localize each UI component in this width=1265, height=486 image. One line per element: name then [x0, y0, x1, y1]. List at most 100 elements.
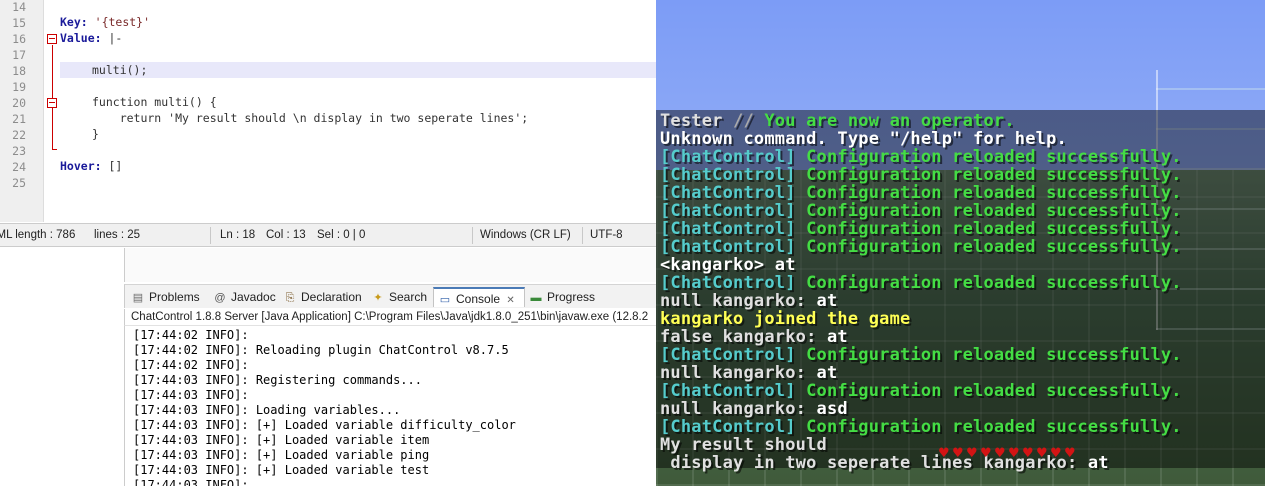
line-number: 23 [12, 144, 26, 158]
line-number: 21 [12, 112, 26, 126]
line-number: 24 [12, 160, 26, 174]
yaml-editor[interactable]: 14 15 16 17 18 19 20 21 22 23 24 25 Key:… [0, 0, 656, 222]
code-line-22: } [92, 127, 99, 141]
heart-icon: ♥ [1050, 446, 1062, 461]
chat-line: [ChatControl] Configuration reloaded suc… [660, 237, 1182, 257]
code-line-24: Hover: [] [60, 159, 123, 173]
yaml-value: '{test}' [94, 15, 151, 29]
code-line-20: function multi() { [92, 95, 217, 109]
progress-icon: ▬ [530, 292, 542, 304]
selection-info: Sel : 0 | 0 [317, 229, 366, 241]
line-number: 18 [12, 64, 26, 78]
status-divider [210, 227, 211, 244]
fold-toggle-icon[interactable] [47, 34, 57, 44]
heart-icon: ♥ [938, 446, 950, 461]
status-divider [472, 227, 473, 244]
code-line-15: Key: '{test}' [60, 15, 151, 29]
cursor-column: Col : 13 [266, 229, 306, 241]
line-number: 25 [12, 176, 26, 190]
fold-guide-end [52, 149, 57, 150]
fold-toggle-icon[interactable] [47, 98, 57, 108]
tab-label: Problems [149, 290, 200, 304]
chat-line: null kangarko: asd [660, 399, 848, 419]
cursor-line: Ln : 18 [220, 229, 256, 241]
console-line: [17:44:03 INFO]: [+] Loaded variable pin… [133, 448, 430, 462]
minecraft-game-window[interactable]: Tester // You are now an operator. Unkno… [656, 0, 1265, 486]
current-line-highlight [60, 62, 656, 78]
chat-line: Unknown command. Type "/help" for help. [660, 129, 1067, 149]
view-tab-bar: ▤ Problems @ Javadoc ⎘ Declaration ✦ Search … [124, 284, 656, 308]
console-line: [17:44:03 INFO]: [133, 478, 249, 486]
line-number: 15 [12, 16, 26, 30]
yaml-key: Key [60, 15, 81, 29]
tab-label: Declaration [301, 290, 362, 304]
ide-bottom-panel: ▤ Problems @ Javadoc ⎘ Declaration ✦ Search … [0, 248, 656, 486]
tab-label: Console [456, 292, 501, 306]
heart-icon: ♥ [966, 446, 978, 461]
yaml-value: |- [108, 31, 123, 45]
chat-line: false kangarko: at [660, 327, 848, 347]
console-line: [17:44:03 INFO]: [+] Loaded variable ite… [133, 433, 430, 447]
tab-problems[interactable]: ▤ Problems [131, 287, 200, 307]
chat-line: [ChatControl] Configuration reloaded suc… [660, 165, 1182, 185]
console-line: [17:44:02 INFO]: [133, 328, 249, 342]
declaration-icon: ⎘ [285, 292, 295, 304]
chat-line: [ChatControl] Configuration reloaded suc… [660, 219, 1182, 239]
fold-guide [52, 45, 53, 149]
close-icon[interactable]: ✕ [506, 295, 514, 306]
tab-label: Javadoc [231, 290, 276, 304]
console-line: [17:44:02 INFO]: [133, 358, 249, 372]
console-line: [17:44:02 INFO]: Reloading plugin ChatCo… [133, 343, 509, 357]
tab-progress[interactable]: ▬ Progress [529, 287, 596, 307]
chat-line: Tester // You are now an operator. [660, 111, 1015, 131]
line-ending[interactable]: Windows (CR LF) [480, 229, 571, 241]
console-line: [17:44:03 INFO]: [+] Loaded variable tes… [133, 463, 430, 477]
search-icon: ✦ [373, 292, 383, 304]
yaml-key: Hover [60, 159, 95, 173]
status-divider [582, 227, 583, 244]
heart-icon: ♥ [980, 446, 992, 461]
code-line-16: Value: |- [60, 31, 123, 45]
chat-line: [ChatControl] Configuration reloaded suc… [660, 201, 1182, 221]
heart-icon: ♥ [1008, 446, 1020, 461]
console-line: [17:44:03 INFO]: [133, 388, 249, 402]
console-output[interactable]: [17:44:02 INFO]: [17:44:02 INFO]: Reload… [124, 326, 656, 486]
console-line: [17:44:03 INFO]: [+] Loaded variable dif… [133, 418, 516, 432]
chat-line: [ChatControl] Configuration reloaded suc… [660, 183, 1182, 203]
console-process-title: ChatControl 1.8.8 Server [Java Applicati… [124, 309, 656, 326]
line-number: 14 [12, 0, 26, 14]
console-icon: ▭ [439, 294, 451, 306]
status-bar: YAML length : 786 lines : 25 Ln : 18 Col… [0, 223, 656, 247]
document-length: YAML length : 786 [0, 229, 76, 241]
code-line-21: return 'My result should \n display in t… [92, 111, 529, 125]
yaml-value: [] [108, 159, 123, 173]
chat-line: null kangarko: at [660, 363, 838, 383]
line-number: 19 [12, 80, 26, 94]
heart-icon: ♥ [1064, 446, 1076, 461]
tab-declaration[interactable]: ⎘ Declaration [283, 287, 362, 307]
tab-console[interactable]: ▭ Console ✕ [433, 287, 525, 307]
line-number: 20 [12, 96, 26, 110]
console-line: [17:44:03 INFO]: Registering commands... [133, 373, 422, 387]
chat-line: My result should [660, 435, 827, 455]
console-line: [17:44:03 INFO]: Loading variables... [133, 403, 401, 417]
tab-javadoc[interactable]: @ Javadoc [213, 287, 276, 307]
code-line-18: multi(); [92, 63, 148, 77]
line-number: 16 [12, 32, 26, 46]
chat-line: [ChatControl] Configuration reloaded suc… [660, 381, 1182, 401]
chat-line: [ChatControl] Configuration reloaded suc… [660, 345, 1182, 365]
problems-icon: ▤ [132, 292, 144, 304]
heart-icon: ♥ [1036, 446, 1048, 461]
chat-line: [ChatControl] Configuration reloaded suc… [660, 147, 1182, 167]
yaml-key: Value [60, 31, 95, 45]
heart-icon: ♥ [994, 446, 1006, 461]
tab-label: Progress [547, 290, 596, 304]
health-bar: ♥ ♥ ♥ ♥ ♥ ♥ ♥ ♥ ♥ ♥ [938, 446, 1265, 468]
tab-search[interactable]: ✦ Search [371, 287, 427, 307]
chat-line: <kangarko> at [660, 255, 796, 275]
tab-label: Search [389, 290, 428, 304]
encoding[interactable]: UTF-8 [590, 229, 623, 241]
chat-line: [ChatControl] Configuration reloaded suc… [660, 417, 1182, 437]
line-number: 17 [12, 48, 26, 62]
heart-icon: ♥ [952, 446, 964, 461]
